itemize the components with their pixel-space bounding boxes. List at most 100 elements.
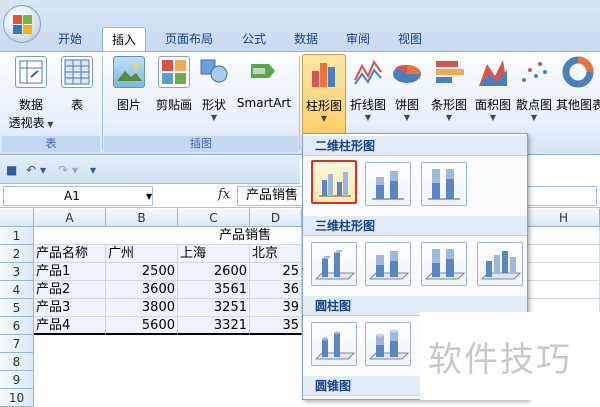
insert-function-icon[interactable]: fx bbox=[218, 187, 230, 202]
3d-clustered-column-option[interactable] bbox=[311, 242, 357, 286]
area-chart-icon bbox=[477, 56, 509, 88]
sheet-title-cell[interactable]: 产品销售 bbox=[34, 227, 302, 245]
table-cell[interactable]: 广州 bbox=[106, 245, 178, 263]
table-cell[interactable]: 36 bbox=[250, 281, 302, 299]
row-header[interactable]: 4 bbox=[0, 281, 34, 299]
row-header[interactable]: 2 bbox=[0, 245, 34, 263]
redo-dropdown-icon[interactable]: ▼ bbox=[72, 166, 78, 175]
table-label: 表 bbox=[70, 98, 83, 112]
empty-cell[interactable] bbox=[528, 263, 600, 281]
table-cell[interactable]: 产品2 bbox=[34, 281, 106, 299]
3d-column-icon bbox=[480, 251, 522, 280]
clipart-button[interactable]: 剪贴画 bbox=[152, 56, 196, 113]
tab-view[interactable]: 视图 bbox=[388, 27, 432, 51]
table-button[interactable]: 表 bbox=[58, 56, 96, 113]
bar-chart-label: 条形图 bbox=[430, 98, 467, 112]
tab-data[interactable]: 数据 bbox=[284, 27, 328, 51]
smartart-button[interactable]: SmartArt bbox=[236, 56, 292, 110]
line-chart-button[interactable]: 折线图 ▼ bbox=[348, 56, 388, 122]
donut-chart-icon bbox=[562, 56, 594, 88]
empty-cell[interactable] bbox=[528, 281, 600, 299]
line-chart-label: 折线图 bbox=[349, 98, 386, 112]
table-cell[interactable]: 产品4 bbox=[34, 317, 106, 335]
area-chart-label: 面积图 bbox=[474, 98, 511, 112]
table-cell[interactable]: 39 bbox=[250, 299, 302, 317]
table-cell[interactable]: 产品3 bbox=[34, 299, 106, 317]
percent-stacked-column-option[interactable] bbox=[421, 162, 467, 206]
row-header[interactable]: 8 bbox=[0, 353, 34, 371]
3d-percent-stacked-column-option[interactable] bbox=[421, 242, 467, 286]
row-header[interactable]: 9 bbox=[0, 371, 34, 389]
pie-chart-dropdown-icon: ▼ bbox=[403, 113, 411, 122]
stacked-cylinder-option[interactable] bbox=[365, 322, 411, 366]
stacked-column-option[interactable] bbox=[365, 162, 411, 206]
pivot-table-button[interactable]: 数据 透视表 ▼ bbox=[8, 56, 54, 131]
scatter-chart-button[interactable]: 散点图 ▼ bbox=[514, 56, 554, 122]
table-cell[interactable]: 3800 bbox=[106, 299, 178, 317]
tab-insert[interactable]: 插入 bbox=[102, 27, 146, 51]
percent-stacked-column-icon bbox=[428, 169, 460, 200]
column-chart-label: 柱形图 bbox=[305, 99, 342, 113]
office-button[interactable] bbox=[3, 5, 41, 43]
column-header-c[interactable]: C bbox=[178, 209, 250, 227]
tab-page-layout[interactable]: 页面布局 bbox=[156, 27, 222, 51]
column-header-a[interactable]: A bbox=[34, 209, 106, 227]
empty-cell[interactable] bbox=[528, 227, 600, 245]
table-cell[interactable]: 5600 bbox=[106, 317, 178, 335]
3d-column-option[interactable] bbox=[477, 242, 523, 286]
tab-review[interactable]: 审阅 bbox=[336, 27, 380, 51]
undo-icon[interactable]: ↶ bbox=[26, 163, 36, 177]
3d-clustered-column-icon bbox=[314, 250, 356, 280]
clustered-column-option[interactable] bbox=[311, 160, 357, 204]
name-box[interactable]: A1 bbox=[3, 186, 153, 206]
column-header-d[interactable]: D bbox=[250, 209, 302, 227]
table-cell[interactable]: 25 bbox=[250, 263, 302, 281]
shapes-icon bbox=[198, 56, 230, 88]
row-header[interactable]: 7 bbox=[0, 335, 34, 353]
row-header[interactable]: 5 bbox=[0, 299, 34, 317]
table-cell[interactable]: 3561 bbox=[178, 281, 250, 299]
other-charts-button[interactable]: 其他图表 bbox=[556, 56, 600, 113]
shapes-button[interactable]: 形状 ▼ bbox=[198, 56, 230, 122]
watermark: 软件技巧 bbox=[420, 312, 600, 400]
group-label-illustrations: 插图 bbox=[104, 136, 298, 152]
table-cell[interactable]: 上海 bbox=[178, 245, 250, 263]
tab-formulas[interactable]: 公式 bbox=[232, 27, 276, 51]
picture-button[interactable]: 图片 bbox=[108, 56, 150, 113]
pie-chart-button[interactable]: 饼图 ▼ bbox=[390, 56, 424, 122]
save-icon[interactable]: ■ bbox=[6, 163, 17, 177]
table-cell[interactable]: 3321 bbox=[178, 317, 250, 335]
table-cell[interactable]: 35 bbox=[250, 317, 302, 335]
table-cell[interactable]: 北京 bbox=[250, 245, 302, 263]
customize-qat-icon[interactable]: ▼ bbox=[90, 166, 96, 175]
column-header-b[interactable]: B bbox=[106, 209, 178, 227]
smartart-label: SmartArt bbox=[236, 96, 292, 110]
undo-dropdown-icon[interactable]: ▼ bbox=[40, 166, 46, 175]
pie-chart-label: 饼图 bbox=[394, 98, 419, 112]
row-header[interactable]: 3 bbox=[0, 263, 34, 281]
table-cell[interactable]: 产品1 bbox=[34, 263, 106, 281]
table-cell[interactable]: 3251 bbox=[178, 299, 250, 317]
clustered-cylinder-option[interactable] bbox=[311, 322, 357, 366]
area-chart-button[interactable]: 面积图 ▼ bbox=[472, 56, 514, 122]
row-header[interactable]: 6 bbox=[0, 317, 34, 335]
select-all-corner[interactable] bbox=[0, 209, 34, 227]
row-header[interactable]: 10 bbox=[0, 389, 34, 407]
name-box-dropdown-icon[interactable]: ▼ bbox=[146, 192, 152, 201]
ribbon-separator bbox=[102, 56, 103, 150]
column-chart-icon bbox=[308, 57, 340, 89]
row-header[interactable]: 1 bbox=[0, 227, 34, 245]
table-cell[interactable]: 2600 bbox=[178, 263, 250, 281]
shapes-dropdown-icon: ▼ bbox=[210, 113, 218, 122]
bar-chart-button[interactable]: 条形图 ▼ bbox=[428, 56, 470, 122]
3d-stacked-column-option[interactable] bbox=[365, 242, 411, 286]
table-cell[interactable]: 3600 bbox=[106, 281, 178, 299]
column-header-h[interactable]: H bbox=[528, 209, 600, 227]
picture-icon bbox=[113, 56, 145, 88]
empty-cell[interactable] bbox=[528, 245, 600, 263]
table-cell[interactable]: 2500 bbox=[106, 263, 178, 281]
table-cell[interactable]: 产品名称 bbox=[34, 245, 106, 263]
redo-icon[interactable]: ↷ bbox=[58, 163, 68, 177]
tab-home[interactable]: 开始 bbox=[48, 27, 92, 51]
column-chart-button[interactable]: 柱形图 ▼ bbox=[302, 54, 346, 134]
